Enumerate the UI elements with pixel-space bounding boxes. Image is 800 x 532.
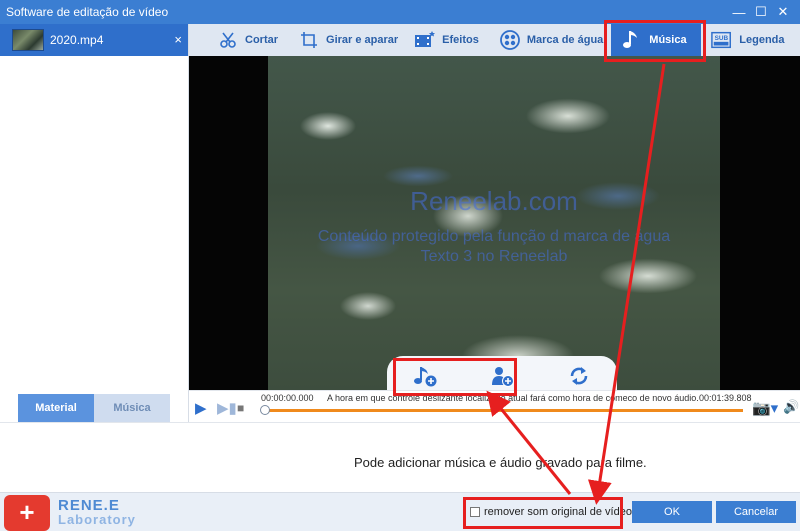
- logo-subtitle: Laboratory: [58, 511, 136, 527]
- effects-icon: [414, 29, 436, 51]
- file-name: 2020.mp4: [50, 33, 104, 47]
- volume-icon[interactable]: 🔊: [783, 399, 799, 415]
- tool-legenda[interactable]: SUB Legenda: [705, 24, 790, 56]
- footer-bar: + RENE.E Laboratory remover som original…: [0, 492, 800, 531]
- highlight-box-remove-sound: [463, 497, 623, 529]
- cancel-button[interactable]: Cancelar: [716, 501, 796, 523]
- watermark-icon: [499, 29, 521, 51]
- highlight-box-actions: [393, 358, 517, 396]
- subtitle-icon: SUB: [711, 29, 733, 51]
- minimize-button[interactable]: —: [728, 5, 750, 20]
- play-icon[interactable]: ▶: [195, 399, 207, 417]
- tool-label: Girar e aparar: [326, 34, 399, 46]
- tab-musica[interactable]: Música: [94, 394, 170, 422]
- tool-label: Marca de água: [526, 34, 604, 46]
- highlight-box-music-tool: [604, 20, 706, 62]
- ok-button[interactable]: OK: [632, 501, 712, 523]
- tool-efeitos[interactable]: Efeitos: [408, 24, 485, 56]
- tab-material[interactable]: Material: [18, 394, 94, 422]
- close-button[interactable]: ✕: [772, 4, 794, 20]
- info-area: Pode adicionar música e áudio gravado pa…: [0, 422, 800, 492]
- logo-title: RENE.E: [58, 496, 120, 514]
- logo-cross-icon: +: [4, 494, 50, 531]
- rotate-crop-icon: [298, 29, 320, 51]
- refresh-icon: [570, 367, 587, 385]
- tool-label: Legenda: [739, 34, 785, 46]
- window-controls: — ☐ ✕: [728, 0, 794, 24]
- svg-text:SUB: SUB: [715, 35, 729, 42]
- tool-label: Cortar: [245, 34, 279, 46]
- tool-label: Efeitos: [442, 34, 479, 46]
- camera-icon[interactable]: 📷▾: [752, 399, 778, 417]
- tool-girar-aparar[interactable]: Girar e aparar: [292, 24, 404, 56]
- file-thumbnail: [12, 29, 44, 51]
- watermark-text: Texto 3 no Reneelab: [420, 248, 568, 265]
- watermark-text: Reneelab.com: [410, 186, 578, 216]
- tool-cortar[interactable]: Cortar: [211, 24, 284, 56]
- start-time: 00:00:00.000: [261, 393, 314, 403]
- info-text: Pode adicionar música e áudio gravado pa…: [354, 455, 647, 470]
- progress-track[interactable]: [265, 409, 743, 412]
- stop-icon[interactable]: ■: [237, 401, 244, 415]
- cut-icon: [217, 29, 239, 51]
- video-frame: Reneelab.com Conteúdo protegido pela fun…: [268, 56, 720, 390]
- left-tab-bar: Material Música: [18, 394, 170, 422]
- step-forward-icon[interactable]: ▶▮: [217, 399, 237, 417]
- refresh-button[interactable]: [564, 361, 594, 390]
- end-time: 00:01:39.808: [699, 393, 752, 403]
- file-list-item[interactable]: 2020.mp4 ×: [0, 24, 188, 56]
- brand-logo: + RENE.E Laboratory: [4, 493, 164, 532]
- remove-file-icon[interactable]: ×: [174, 32, 182, 47]
- watermark-text: Conteúdo protegido pela função d marca d…: [317, 228, 671, 245]
- maximize-button[interactable]: ☐: [750, 4, 772, 20]
- editing-toolbar: Cortar Girar e aparar Efeitos Marca de á…: [189, 24, 800, 56]
- window-title: Software de editação de vídeo: [6, 5, 169, 19]
- video-preview: Reneelab.com Conteúdo protegido pela fun…: [189, 56, 800, 390]
- left-panel: 2020.mp4 × Material Música: [0, 24, 189, 422]
- tool-marca-de-agua[interactable]: Marca de água: [493, 24, 609, 56]
- progress-handle[interactable]: [260, 405, 270, 415]
